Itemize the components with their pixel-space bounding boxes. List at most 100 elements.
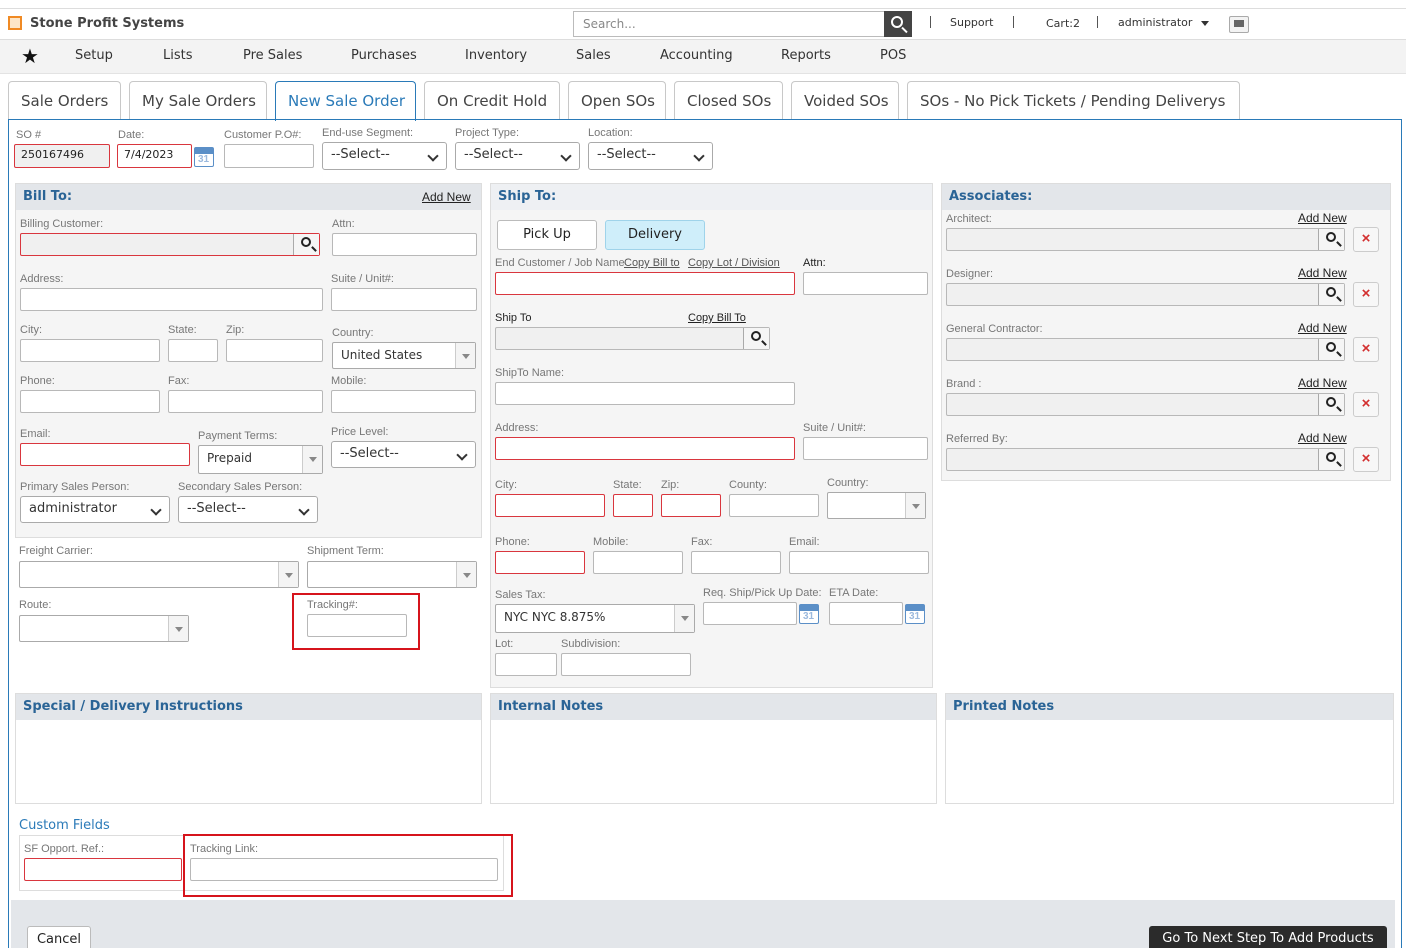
tab-my-sale-orders[interactable]: My Sale Orders — [129, 81, 267, 119]
location-select[interactable]: --Select-- — [588, 142, 713, 170]
tab-voided-sos[interactable]: Voided SOs — [791, 81, 899, 119]
menu-setup[interactable]: Setup — [75, 48, 113, 63]
cancel-button[interactable]: Cancel — [27, 926, 91, 948]
remove-icon[interactable]: × — [1353, 282, 1379, 307]
shipto-name-field[interactable] — [495, 382, 795, 405]
sales-tax-select[interactable]: NYC NYC 8.875% — [495, 604, 695, 633]
ship-state-field[interactable] — [613, 494, 653, 517]
bill-mobile-field[interactable] — [331, 390, 476, 413]
bill-phone-field[interactable] — [20, 390, 160, 413]
associate-field-architect[interactable] — [946, 228, 1345, 251]
next-step-button[interactable]: Go To Next Step To Add Products — [1149, 926, 1387, 948]
shipment-term-select[interactable] — [307, 561, 477, 588]
ship-attn-field[interactable] — [803, 272, 928, 295]
payment-terms-select[interactable]: Prepaid — [198, 445, 323, 474]
remove-icon[interactable]: × — [1353, 227, 1379, 252]
user-menu[interactable]: administrator — [1118, 16, 1192, 29]
tab-new-sale-order[interactable]: New Sale Order — [275, 81, 416, 121]
freight-carrier-select[interactable] — [19, 561, 299, 588]
bill-suite-field[interactable] — [331, 288, 477, 311]
associate-field-designer[interactable] — [946, 283, 1345, 306]
menu-reports[interactable]: Reports — [781, 48, 831, 63]
menu-pre-sales[interactable]: Pre Sales — [243, 48, 302, 63]
bill-email-field[interactable] — [20, 443, 190, 466]
tab-on-credit-hold[interactable]: On Credit Hold — [424, 81, 560, 119]
search-button[interactable] — [884, 11, 912, 37]
subdivision-field[interactable] — [561, 653, 691, 676]
ship-county-field[interactable] — [729, 494, 819, 517]
bill-add-new-link[interactable]: Add New — [422, 190, 471, 204]
associate-lookup-general-contractor[interactable] — [1318, 339, 1344, 360]
calendar-icon[interactable]: 31 — [799, 604, 819, 624]
ship-to-lookup[interactable] — [743, 328, 769, 349]
lot-field[interactable] — [495, 653, 557, 676]
associate-field-referred-by[interactable] — [946, 448, 1345, 471]
bill-address-field[interactable] — [20, 288, 323, 311]
ship-country-select[interactable] — [827, 492, 926, 519]
ship-address-field[interactable] — [495, 437, 795, 460]
calendar-icon[interactable]: 31 — [905, 604, 925, 624]
copy-bill-to-link[interactable]: Copy Bill to — [624, 257, 680, 269]
cart-link[interactable]: Cart:2 — [1046, 17, 1080, 30]
printed-notes-box[interactable]: Printed Notes — [945, 693, 1394, 804]
ship-zip-field[interactable] — [661, 494, 721, 517]
calendar-icon[interactable]: 31 — [194, 147, 214, 167]
copy-bill-to-link-2[interactable]: Copy Bill To — [688, 312, 746, 324]
tracking-link-field[interactable] — [190, 858, 498, 881]
route-select[interactable] — [19, 615, 189, 642]
ship-suite-field[interactable] — [803, 437, 928, 460]
primary-sales-select[interactable]: administrator — [20, 496, 170, 523]
bill-country-select[interactable]: United States — [332, 342, 476, 369]
secondary-sales-select[interactable]: --Select-- — [178, 496, 318, 523]
support-link[interactable]: Support — [950, 16, 993, 29]
ship-fax-field[interactable] — [691, 551, 781, 574]
end-customer-field[interactable] — [495, 272, 795, 295]
menu-purchases[interactable]: Purchases — [351, 48, 417, 63]
menu-lists[interactable]: Lists — [163, 48, 193, 63]
associate-add-new-architect[interactable]: Add New — [1298, 211, 1347, 225]
tab-open-sos[interactable]: Open SOs — [568, 81, 666, 119]
segment-select[interactable]: --Select-- — [322, 142, 447, 170]
pickup-button[interactable]: Pick Up — [497, 220, 597, 250]
remove-icon[interactable]: × — [1353, 392, 1379, 417]
bill-state-field[interactable] — [168, 339, 218, 362]
bill-city-field[interactable] — [20, 339, 160, 362]
tab-sale-orders[interactable]: Sale Orders — [8, 81, 121, 119]
menu-inventory[interactable]: Inventory — [465, 48, 527, 63]
menu-accounting[interactable]: Accounting — [660, 48, 733, 63]
associate-field-brand[interactable] — [946, 393, 1345, 416]
associate-add-new-designer[interactable]: Add New — [1298, 266, 1347, 280]
bill-attn-field[interactable] — [332, 233, 477, 256]
ship-city-field[interactable] — [495, 494, 605, 517]
sf-opport-field[interactable] — [24, 858, 182, 881]
internal-notes-box[interactable]: Internal Notes — [490, 693, 937, 804]
associate-add-new-general-contractor[interactable]: Add New — [1298, 321, 1347, 335]
special-instructions-box[interactable]: Special / Delivery Instructions — [15, 693, 482, 804]
remove-icon[interactable]: × — [1353, 337, 1379, 362]
billing-customer-lookup[interactable] — [293, 234, 319, 255]
menu-pos[interactable]: POS — [880, 48, 906, 63]
associate-lookup-designer[interactable] — [1318, 284, 1344, 305]
tab-pending-deliverys[interactable]: SOs - No Pick Tickets / Pending Delivery… — [907, 81, 1240, 119]
tab-closed-sos[interactable]: Closed SOs — [674, 81, 783, 119]
copy-lot-division-link[interactable]: Copy Lot / Division — [688, 257, 780, 269]
so-number-field[interactable]: 250167496 — [14, 144, 110, 168]
date-field[interactable]: 7/4/2023 — [117, 144, 192, 168]
ship-to-field[interactable] — [495, 327, 770, 350]
search-input[interactable]: Search... — [573, 11, 885, 37]
bill-zip-field[interactable] — [226, 339, 323, 362]
project-type-select[interactable]: --Select-- — [455, 142, 580, 170]
ship-phone-field[interactable] — [495, 551, 585, 574]
associate-lookup-architect[interactable] — [1318, 229, 1344, 250]
associate-lookup-brand[interactable] — [1318, 394, 1344, 415]
associate-lookup-referred-by[interactable] — [1318, 449, 1344, 470]
delivery-button[interactable]: Delivery — [605, 220, 705, 250]
billing-customer-field[interactable] — [20, 233, 320, 256]
associate-add-new-brand[interactable]: Add New — [1298, 376, 1347, 390]
monitor-icon[interactable] — [1229, 16, 1249, 33]
bill-fax-field[interactable] — [168, 390, 323, 413]
req-date-field[interactable] — [703, 602, 797, 625]
tracking-field[interactable] — [307, 614, 407, 637]
customer-po-field[interactable] — [224, 144, 314, 168]
remove-icon[interactable]: × — [1353, 447, 1379, 472]
